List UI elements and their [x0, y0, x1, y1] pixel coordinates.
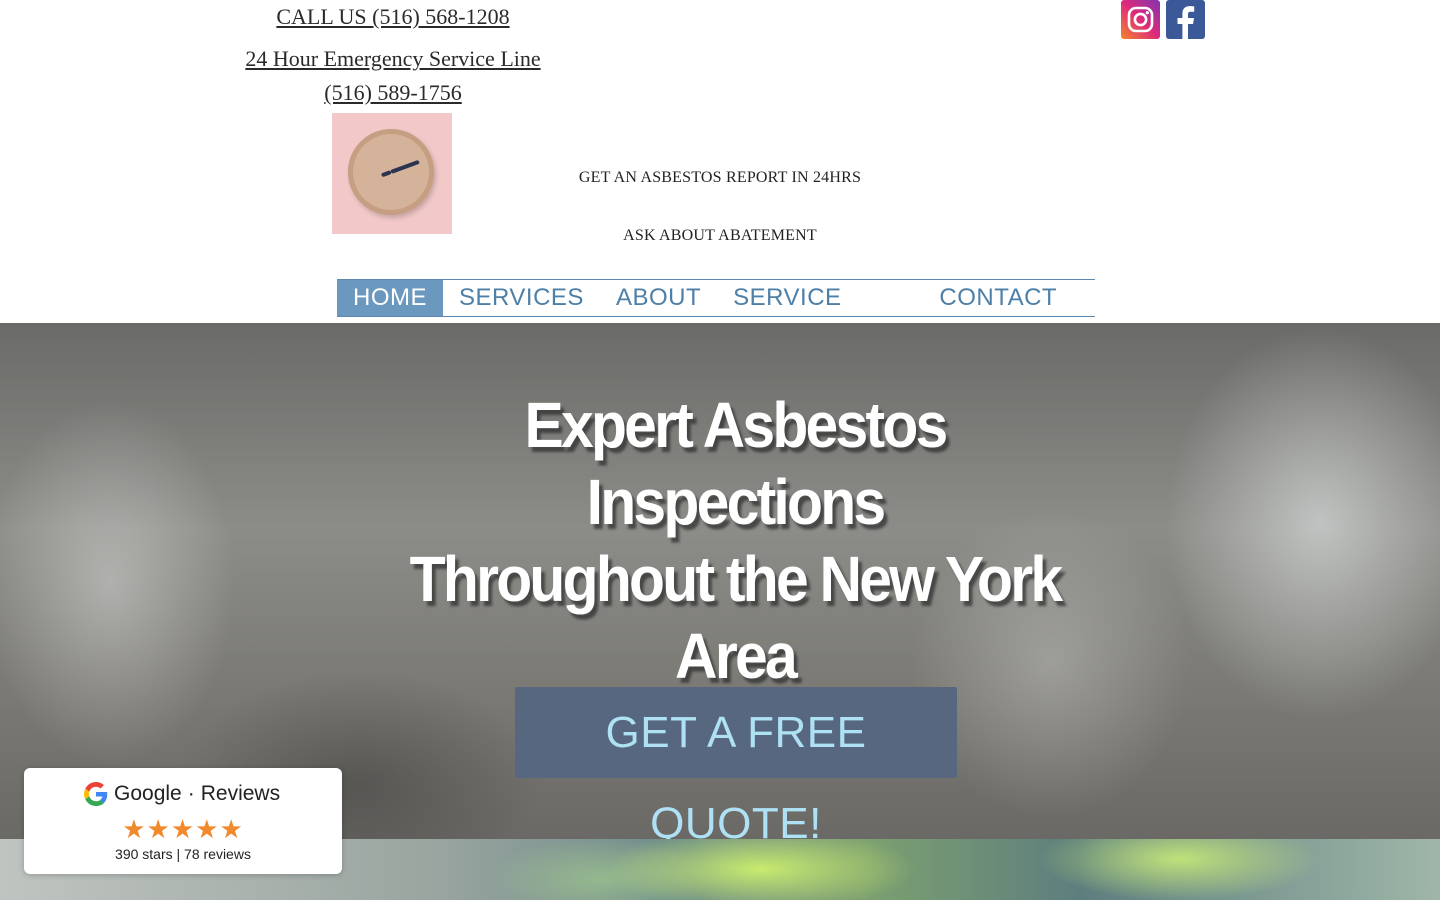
clock-face	[348, 129, 434, 215]
nav-item-contact-us[interactable]: CONTACT US	[923, 280, 1095, 347]
free-quote-button[interactable]: GET A FREE QUOTE!	[515, 687, 957, 839]
instagram-icon[interactable]	[1121, 0, 1160, 39]
emergency-line-label: 24 Hour Emergency Service Line	[245, 46, 541, 71]
free-quote-button-label: GET A FREE QUOTE!	[605, 708, 867, 839]
nav-item-home[interactable]: HOME	[337, 280, 443, 316]
reviews-separator: ·	[187, 782, 195, 805]
nav-item-service-areas[interactable]: SERVICE AREAS	[717, 280, 923, 347]
reviews-header: Google · Reviews	[84, 782, 280, 806]
google-logo-icon	[84, 782, 108, 806]
google-reviews-widget[interactable]: Google · Reviews ★★★★★ 390 stars | 78 re…	[24, 768, 342, 874]
reviews-brand: Google	[114, 782, 182, 805]
hero-heading: Expert Asbestos Inspections Throughout t…	[372, 387, 1099, 695]
emergency-phone-link[interactable]: (516) 589-1756	[0, 80, 786, 106]
hero-section: Expert Asbestos Inspections Throughout t…	[0, 323, 1440, 839]
reviews-summary: 390 stars | 78 reviews	[115, 846, 251, 862]
clock-image	[332, 113, 452, 234]
hero-heading-line-3: Area	[675, 620, 798, 692]
nav-item-services[interactable]: SERVICES	[443, 280, 600, 316]
facebook-icon[interactable]	[1166, 0, 1205, 40]
main-nav: HOME SERVICES ABOUT SERVICE AREAS CONTAC…	[337, 279, 1095, 347]
reviews-title: Reviews	[200, 782, 281, 805]
abatement-tagline: ASK ABOUT ABATEMENT	[623, 227, 817, 244]
clock-minute-hand	[380, 170, 392, 178]
hero-heading-line-2: Throughout the New York	[409, 543, 1063, 615]
nav-item-about[interactable]: ABOUT	[600, 280, 717, 316]
call-us-phone-link[interactable]: CALL US (516) 568-1208	[0, 4, 786, 30]
asbestos-report-tagline: GET AN ASBESTOS REPORT IN 24HRS	[578, 169, 862, 186]
star-rating-icon: ★★★★★	[122, 814, 244, 844]
hero-heading-line-1: Expert Asbestos Inspections	[524, 389, 948, 538]
clock-hour-hand	[390, 159, 420, 174]
